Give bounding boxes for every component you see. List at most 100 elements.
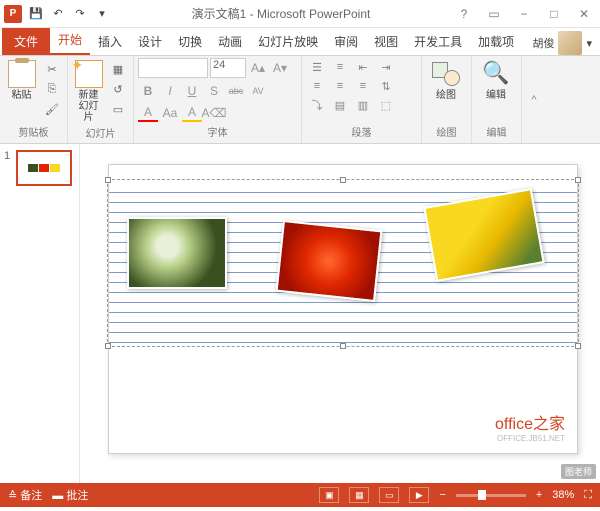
app-logo-icon: P: [4, 5, 22, 23]
resize-handle[interactable]: [575, 343, 581, 349]
indent-inc-icon[interactable]: ⇥: [375, 58, 397, 76]
maximize-icon[interactable]: □: [542, 4, 566, 24]
smartart-icon[interactable]: ⬚: [375, 96, 397, 114]
bold-button[interactable]: B: [138, 82, 158, 100]
picture-red-flower[interactable]: [276, 220, 383, 302]
numbering-icon[interactable]: ≡: [329, 58, 351, 76]
user-area[interactable]: 胡俊 ▾: [532, 31, 598, 55]
group-slides: 新建 幻灯片 ▦ ↺ ▭ 幻灯片: [68, 56, 134, 143]
text-direction-icon[interactable]: ⤵: [306, 96, 328, 114]
align-center-icon[interactable]: ≡: [329, 77, 351, 95]
section-icon[interactable]: ▭: [109, 100, 127, 118]
font-color-button[interactable]: A: [138, 104, 158, 122]
paste-button[interactable]: 粘贴: [4, 58, 39, 103]
display-options-icon[interactable]: ▭: [482, 4, 506, 24]
group-label: 段落: [306, 124, 417, 141]
strike-button[interactable]: abc: [226, 82, 246, 100]
help-icon[interactable]: ?: [452, 4, 476, 24]
group-paragraph: ☰ ≡ ⇤ ⇥ ≡ ≡ ≡ ⇅ ⤵ ▤ ▥ ⬚ 段落: [302, 56, 422, 143]
clear-format-icon[interactable]: A⌫: [204, 104, 224, 122]
resize-handle[interactable]: [575, 177, 581, 183]
format-painter-icon[interactable]: 🖌: [43, 100, 61, 118]
zoom-slider[interactable]: [456, 494, 526, 497]
shapes-icon: [430, 60, 462, 88]
shapes-button[interactable]: 绘图: [426, 58, 466, 103]
reset-icon[interactable]: ↺: [109, 80, 127, 98]
slide-panel[interactable]: 1: [0, 144, 80, 483]
user-name: 胡俊: [532, 35, 554, 51]
shadow-button[interactable]: S: [204, 82, 224, 100]
tab-home[interactable]: 开始: [50, 26, 90, 55]
resize-handle[interactable]: [340, 177, 346, 183]
zoom-value[interactable]: 38%: [552, 489, 574, 501]
redo-icon[interactable]: ↷: [72, 6, 88, 22]
shrink-font-icon[interactable]: A▾: [270, 59, 290, 77]
thumb-pic-icon: [50, 164, 60, 172]
window-title: 演示文稿1 - Microsoft PowerPoint: [110, 5, 452, 22]
zoom-thumb[interactable]: [478, 490, 486, 500]
bullets-icon[interactable]: ☰: [306, 58, 328, 76]
find-button[interactable]: 🔍 编辑: [476, 58, 516, 103]
columns-icon[interactable]: ▥: [352, 96, 374, 114]
reading-view-icon[interactable]: ▭: [379, 487, 399, 503]
line-spacing-icon[interactable]: ⇅: [375, 77, 397, 95]
resize-handle[interactable]: [105, 177, 111, 183]
layout-icon[interactable]: ▦: [109, 60, 127, 78]
spacing-button[interactable]: AV: [248, 82, 268, 100]
comments-button[interactable]: ▬ 批注: [52, 487, 88, 503]
sorter-view-icon[interactable]: ▦: [349, 487, 369, 503]
font-size-select[interactable]: 24: [210, 58, 246, 78]
zoom-in-button[interactable]: +: [536, 489, 542, 501]
window-controls: ? ▭ − □ ✕: [452, 4, 596, 24]
cut-icon[interactable]: ✂: [43, 60, 61, 78]
notes-button[interactable]: ≙ 备注: [8, 487, 42, 503]
change-case-button[interactable]: Aa: [160, 104, 180, 122]
align-text-icon[interactable]: ▤: [329, 96, 351, 114]
tab-design[interactable]: 设计: [130, 28, 170, 55]
save-icon[interactable]: 💾: [28, 6, 44, 22]
collapse-ribbon-icon[interactable]: ^: [522, 56, 546, 143]
italic-button[interactable]: I: [160, 82, 180, 100]
minimize-icon[interactable]: −: [512, 4, 536, 24]
user-dropdown-icon[interactable]: ▾: [586, 37, 592, 50]
watermark-url: OFFICE.JB51.NET: [495, 434, 565, 443]
tab-file[interactable]: 文件: [2, 28, 50, 55]
tab-animations[interactable]: 动画: [210, 28, 250, 55]
tab-addins[interactable]: 加载项: [470, 28, 522, 55]
slide-thumbnail[interactable]: [16, 150, 72, 186]
resize-handle[interactable]: [340, 343, 346, 349]
picture-hydrangea[interactable]: [127, 217, 227, 289]
title-bar: P 💾 ↶ ↷ ▾ 演示文稿1 - Microsoft PowerPoint ?…: [0, 0, 600, 28]
new-slide-button[interactable]: 新建 幻灯片: [72, 58, 105, 125]
align-right-icon[interactable]: ≡: [352, 77, 374, 95]
watermark-text: office之家: [495, 410, 565, 434]
tab-slideshow[interactable]: 幻灯片放映: [250, 28, 326, 55]
corner-watermark: 图老师: [561, 464, 596, 479]
tab-view[interactable]: 视图: [366, 28, 406, 55]
zoom-out-button[interactable]: −: [439, 489, 445, 501]
avatar[interactable]: [558, 31, 582, 55]
copy-icon[interactable]: ⎘: [43, 80, 61, 98]
slideshow-view-icon[interactable]: ▶: [409, 487, 429, 503]
align-left-icon[interactable]: ≡: [306, 77, 328, 95]
tab-developer[interactable]: 开发工具: [406, 28, 470, 55]
underline-button[interactable]: U: [182, 82, 202, 100]
undo-icon[interactable]: ↶: [50, 6, 66, 22]
slide[interactable]: office之家 OFFICE.JB51.NET: [108, 164, 578, 454]
resize-handle[interactable]: [105, 343, 111, 349]
grow-font-icon[interactable]: A▴: [248, 59, 268, 77]
tab-review[interactable]: 审阅: [326, 28, 366, 55]
font-family-select[interactable]: [138, 58, 208, 78]
highlight-button[interactable]: A: [182, 104, 202, 122]
thumbnail-row[interactable]: 1: [4, 150, 75, 186]
slide-canvas[interactable]: office之家 OFFICE.JB51.NET 图老师: [80, 144, 600, 483]
qat-dropdown-icon[interactable]: ▾: [94, 6, 110, 22]
fit-window-icon[interactable]: ⛶: [584, 489, 592, 502]
group-label: 编辑: [476, 124, 517, 141]
close-icon[interactable]: ✕: [572, 4, 596, 24]
tab-transitions[interactable]: 切换: [170, 28, 210, 55]
tab-insert[interactable]: 插入: [90, 28, 130, 55]
indent-dec-icon[interactable]: ⇤: [352, 58, 374, 76]
binoculars-icon: 🔍: [482, 60, 510, 88]
normal-view-icon[interactable]: ▣: [319, 487, 339, 503]
